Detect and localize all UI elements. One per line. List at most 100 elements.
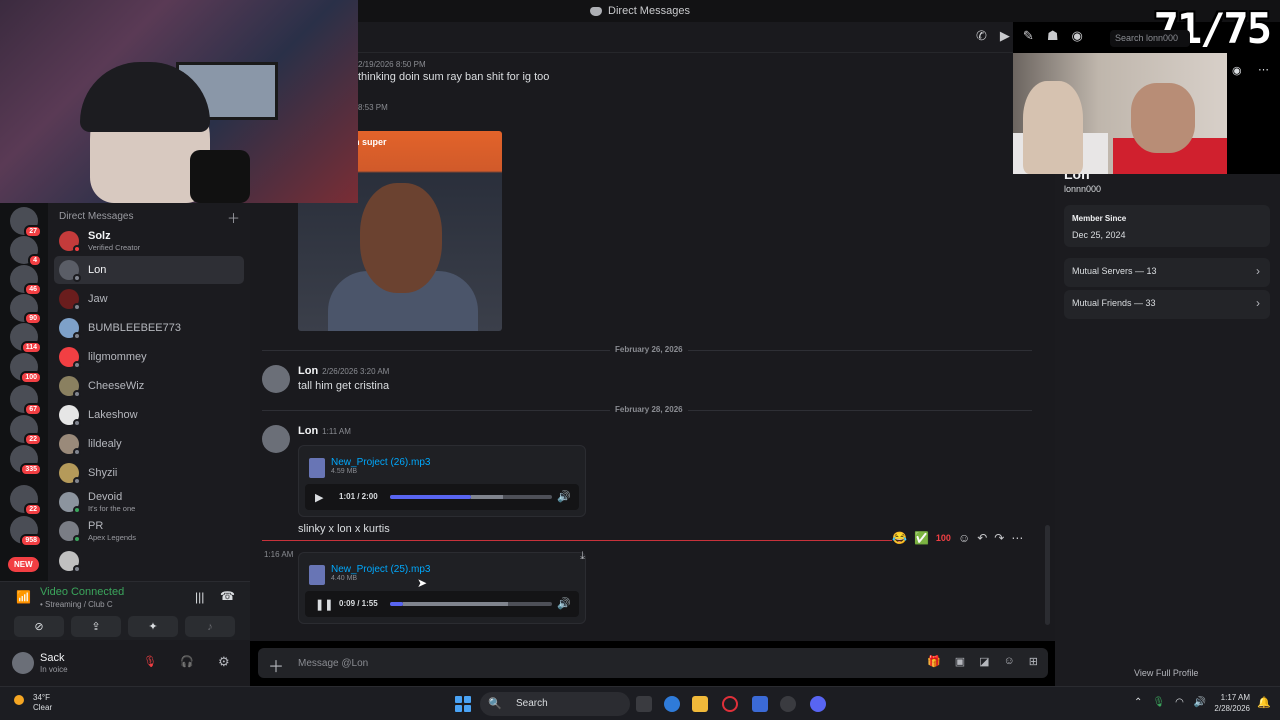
dm-item-bumbleebee773[interactable]: BUMBLEEBEE773 [54, 314, 244, 342]
video-call-icon[interactable]: ▶ [1000, 28, 1010, 44]
gift-icon[interactable]: 🎁 [927, 655, 941, 668]
add-friends-icon[interactable]: ☗ [1047, 28, 1059, 44]
settings-gear-icon[interactable]: ⚙ [218, 654, 230, 670]
microphone-icon[interactable]: 🎙 [1152, 697, 1165, 708]
apps-icon[interactable]: ⊞ [1029, 655, 1038, 668]
dm-item-devoid[interactable]: Devoid It's for the one [54, 488, 244, 516]
gif-icon[interactable]: ▣ [955, 655, 965, 668]
server-icon[interactable]: 958 [10, 516, 42, 547]
dm-item-cheesewiz[interactable]: CheeseWiz [54, 372, 244, 400]
message-timestamp: 1:16 AM [264, 550, 294, 559]
task-view-icon[interactable] [636, 696, 652, 712]
avatar[interactable] [262, 365, 290, 393]
server-icon[interactable]: 22 [10, 415, 42, 446]
audio-seek-bar[interactable] [390, 602, 552, 606]
audio-file-name[interactable]: New_Project (25).mp3 [331, 564, 430, 575]
soundboard-button[interactable]: ♪ [185, 616, 235, 637]
file-explorer-icon[interactable] [692, 696, 708, 712]
audio-seek-bar[interactable] [390, 495, 552, 499]
wifi-icon[interactable]: ◠ [1175, 697, 1184, 708]
add-reaction-icon[interactable]: ☺ [958, 531, 970, 545]
mute-icon[interactable]: 🎙 [143, 655, 157, 668]
dm-item-pr[interactable]: PR Apex Legends [54, 517, 244, 545]
server-icon[interactable]: 46 [10, 265, 42, 296]
screen-share-button[interactable]: ⇪ [71, 616, 121, 637]
server-icon[interactable]: 4 [10, 236, 42, 267]
message-author[interactable]: Lon [298, 425, 318, 437]
chevron-up-icon[interactable]: ⌃ [1134, 697, 1142, 708]
download-icon[interactable]: ⤓ [580, 550, 585, 563]
laughing-reaction-icon[interactable]: 😂 [892, 531, 907, 545]
voice-channel[interactable]: • Streaming / Club C [40, 600, 113, 609]
search-input[interactable]: Search lonn000 [1110, 30, 1190, 47]
server-icon[interactable]: 67 [10, 385, 42, 416]
sticker-icon[interactable]: ◪ [979, 655, 989, 668]
disconnect-icon[interactable]: ☎ [220, 589, 235, 603]
taskbar-search[interactable]: 🔍 Search [480, 692, 630, 716]
user-profile-icon[interactable]: ◉ [1232, 64, 1242, 77]
avatar[interactable] [262, 425, 290, 453]
reply-icon[interactable]: ↶ [977, 531, 987, 545]
audio-file-name[interactable]: New_Project (26).mp3 [331, 457, 430, 468]
notification-bell-icon[interactable]: 🔔 [1257, 696, 1271, 709]
clock[interactable]: 1:17 AM 2/28/2026 [1214, 692, 1250, 714]
voice-call-icon[interactable]: ✆ [976, 28, 987, 44]
dm-item-subtitle: Verified Creator [88, 243, 141, 252]
avatar[interactable] [12, 652, 34, 674]
more-options-icon[interactable]: ⋯ [1258, 63, 1269, 76]
mutual-servers-row[interactable]: Mutual Servers — 13 › [1064, 258, 1270, 287]
user-name[interactable]: Sack [40, 652, 64, 664]
user-profile-icon[interactable]: ◉ [1071, 28, 1082, 44]
dm-item-shyzii[interactable]: Shyzii [54, 459, 244, 487]
start-button[interactable] [455, 696, 471, 712]
activities-button[interactable]: ✦ [128, 616, 178, 637]
server-icon[interactable]: 90 [10, 294, 42, 325]
dm-item-lilgmommey[interactable]: lilgmommey [54, 343, 244, 371]
signal-icon[interactable]: 📶 [16, 590, 31, 604]
chat-scrollbar[interactable] [1045, 525, 1050, 625]
deafen-icon[interactable]: 🎧 [180, 655, 194, 668]
server-icon[interactable]: 22 [10, 485, 42, 516]
add-attachment-icon[interactable]: ＋ [268, 653, 284, 677]
message-author[interactable]: Lon [298, 365, 318, 377]
pause-icon[interactable]: ❚❚ [315, 598, 333, 611]
view-full-profile-link[interactable]: View Full Profile [1134, 668, 1198, 678]
message-input[interactable] [298, 655, 798, 671]
server-icon[interactable]: 335 [10, 445, 42, 476]
dm-item[interactable] [54, 547, 244, 575]
dm-item-lildealy[interactable]: lildealy [54, 430, 244, 458]
server-icon[interactable]: 27 [10, 207, 42, 238]
emoji-icon[interactable]: ☺ [1004, 655, 1015, 668]
avatar [59, 376, 81, 398]
opera-icon[interactable] [722, 696, 738, 712]
volume-icon[interactable]: 🔊 [1194, 697, 1206, 708]
dm-item-jaw[interactable]: Jaw [54, 285, 244, 313]
discord-taskbar-icon[interactable] [810, 696, 826, 712]
create-dm-icon[interactable]: ＋ [227, 208, 240, 227]
copilot-icon[interactable] [664, 696, 680, 712]
hundred-reaction-icon[interactable]: 100 [936, 533, 951, 543]
dm-item-lon[interactable]: Lon [54, 256, 244, 284]
mutual-friends-row[interactable]: Mutual Friends — 33 › [1064, 290, 1270, 319]
weather-widget[interactable]: 34°F Clear [33, 693, 52, 713]
dm-item-solz[interactable]: Solz Verified Creator [54, 227, 244, 255]
noise-suppression-icon[interactable]: ||| [195, 590, 204, 604]
more-options-icon[interactable]: ⋯ [1011, 531, 1023, 545]
store-icon[interactable] [752, 696, 768, 712]
message-header: Lon 2/26/2026 3:20 AM [298, 365, 389, 377]
video-call-feed[interactable] [1013, 53, 1227, 174]
camera-toggle-button[interactable]: ⊘ [14, 616, 64, 637]
volume-icon[interactable]: 🔊 [557, 490, 571, 503]
voice-status[interactable]: Video Connected [40, 586, 124, 598]
forward-icon[interactable]: ↷ [994, 531, 1004, 545]
new-servers-badge[interactable]: NEW [8, 557, 39, 572]
check-reaction-icon[interactable]: ✅ [914, 531, 929, 545]
server-icon[interactable]: 114 [10, 323, 42, 354]
dm-item-lakeshow[interactable]: Lakeshow [54, 401, 244, 429]
profile-handle: lonnn000 [1064, 184, 1102, 194]
server-icon[interactable]: 100 [10, 353, 42, 384]
play-icon[interactable]: ▶ [315, 491, 323, 504]
volume-icon[interactable]: 🔊 [557, 597, 571, 610]
pinned-messages-icon[interactable]: ✎ [1023, 28, 1034, 44]
app-icon[interactable] [780, 696, 796, 712]
